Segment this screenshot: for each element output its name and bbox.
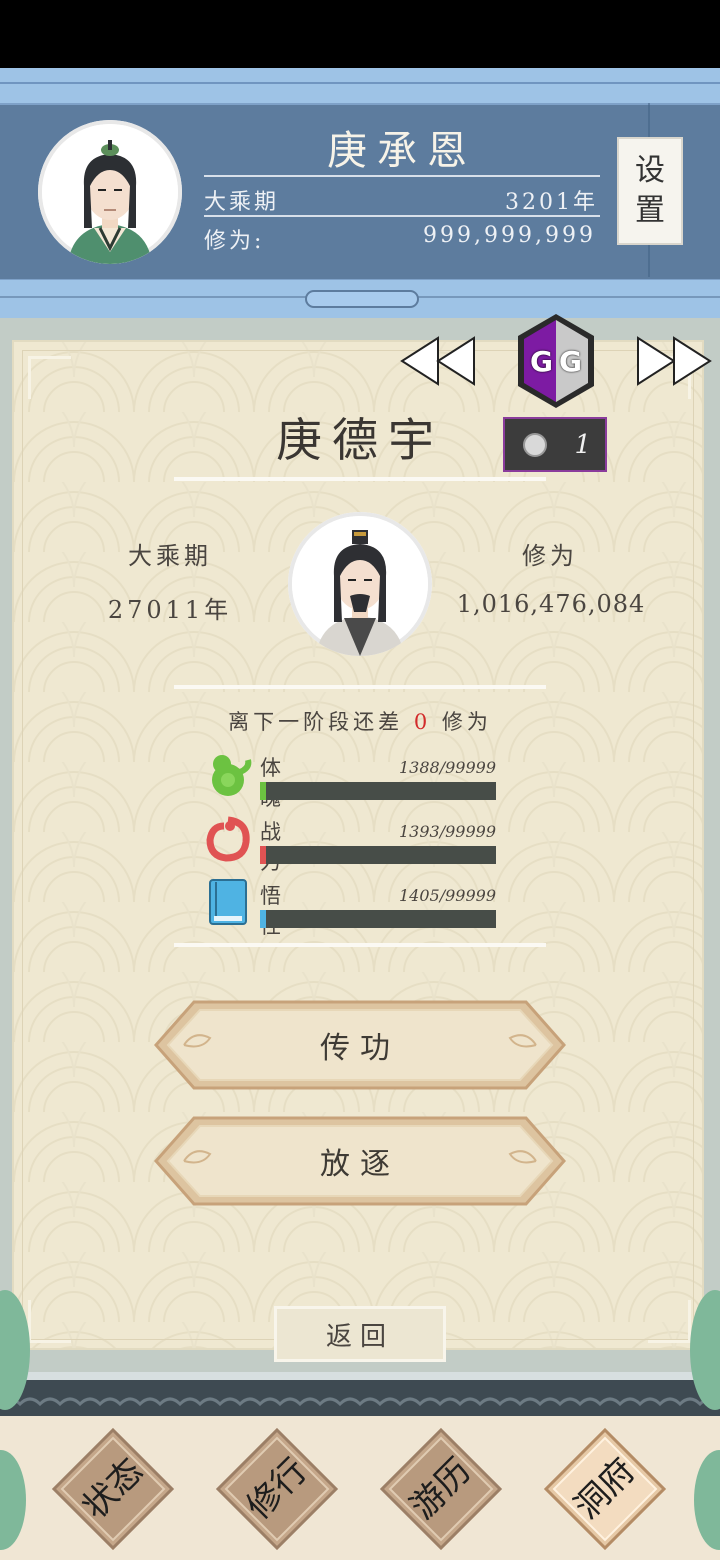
divider	[174, 685, 546, 689]
disciple-avatar	[288, 512, 432, 656]
next-stage-suffix: 修为	[441, 710, 492, 734]
transfer-skill-button[interactable]: 传功	[154, 1000, 566, 1090]
roof-tiles	[0, 1380, 720, 1416]
disciple-count-badge: 1	[503, 417, 607, 472]
red-dragon-icon	[204, 814, 252, 862]
attribute-bar-fill	[260, 910, 266, 928]
disciple-count: 1	[574, 429, 591, 460]
corner-ornament	[648, 1300, 691, 1343]
player-cultivation-value: 999,999,999	[423, 223, 596, 248]
exile-label: 放逐	[320, 1147, 400, 1182]
corner-ornament	[28, 356, 71, 399]
next-disciple-button[interactable]	[636, 336, 712, 386]
disciple-realm: 大乘期	[128, 542, 212, 570]
player-avatar[interactable]	[38, 120, 182, 264]
gg-badge[interactable]: GG	[514, 312, 598, 410]
corner-ornament	[28, 1300, 71, 1343]
attribute-value: 1388/99999	[398, 758, 496, 777]
header-divider	[0, 82, 720, 84]
disciple-name: 庚德宇	[276, 413, 444, 467]
attribute-bar	[260, 910, 496, 928]
disciple-avatar-mini-icon	[523, 432, 547, 457]
double-right-arrow-icon	[637, 336, 712, 386]
nav-cave-residence[interactable]: 洞府	[544, 1428, 666, 1550]
previous-disciple-button[interactable]	[400, 336, 476, 386]
roof-tile-pattern	[0, 1380, 720, 1416]
next-stage-prefix: 离下一阶段还差	[228, 710, 404, 734]
green-gourd-icon	[204, 750, 252, 798]
back-label: 返回	[325, 1321, 394, 1352]
next-stage-value: 0	[413, 710, 432, 734]
settings-label-top: 设	[635, 153, 665, 188]
player-cultivation-label: 修为:	[204, 229, 265, 254]
nav-travel[interactable]: 游历	[380, 1428, 502, 1550]
settings-button[interactable]: 设 置	[617, 137, 683, 245]
blue-book-icon	[204, 878, 252, 926]
elder-cultivator-portrait-icon	[292, 516, 428, 656]
nav-status[interactable]: 状态	[52, 1428, 174, 1550]
player-name: 庚承恩	[327, 128, 477, 174]
attribute-value: 1405/99999	[398, 886, 496, 905]
attribute-bar-fill	[260, 846, 266, 864]
next-stage-requirement: 离下一阶段还差 0 修为	[160, 706, 560, 736]
divider	[174, 477, 546, 481]
young-cultivator-portrait-icon	[42, 124, 178, 264]
disciple-cultivation-value: 1,016,476,084	[456, 590, 646, 618]
attribute-bar	[260, 782, 496, 800]
player-realm: 大乘期	[204, 190, 280, 215]
divider	[204, 175, 600, 177]
divider	[174, 943, 546, 947]
attribute-value: 1393/99999	[398, 822, 496, 841]
gg-text: GG	[530, 344, 588, 378]
settings-label-bottom: 置	[635, 193, 665, 228]
exile-button[interactable]: 放逐	[154, 1116, 566, 1206]
attribute-bar-fill	[260, 782, 266, 800]
nav-cultivation[interactable]: 修行	[216, 1428, 338, 1550]
disciple-age: 27011年	[107, 596, 233, 624]
player-age: 3201年	[505, 190, 598, 215]
back-button[interactable]: 返回	[274, 1306, 446, 1362]
disciple-cultivation-label: 修为	[522, 542, 578, 570]
double-left-arrow-icon	[400, 336, 475, 386]
status-bar	[0, 0, 720, 68]
transfer-skill-label: 传功	[320, 1031, 400, 1066]
attribute-bar	[260, 846, 496, 864]
header-knob	[305, 290, 419, 308]
